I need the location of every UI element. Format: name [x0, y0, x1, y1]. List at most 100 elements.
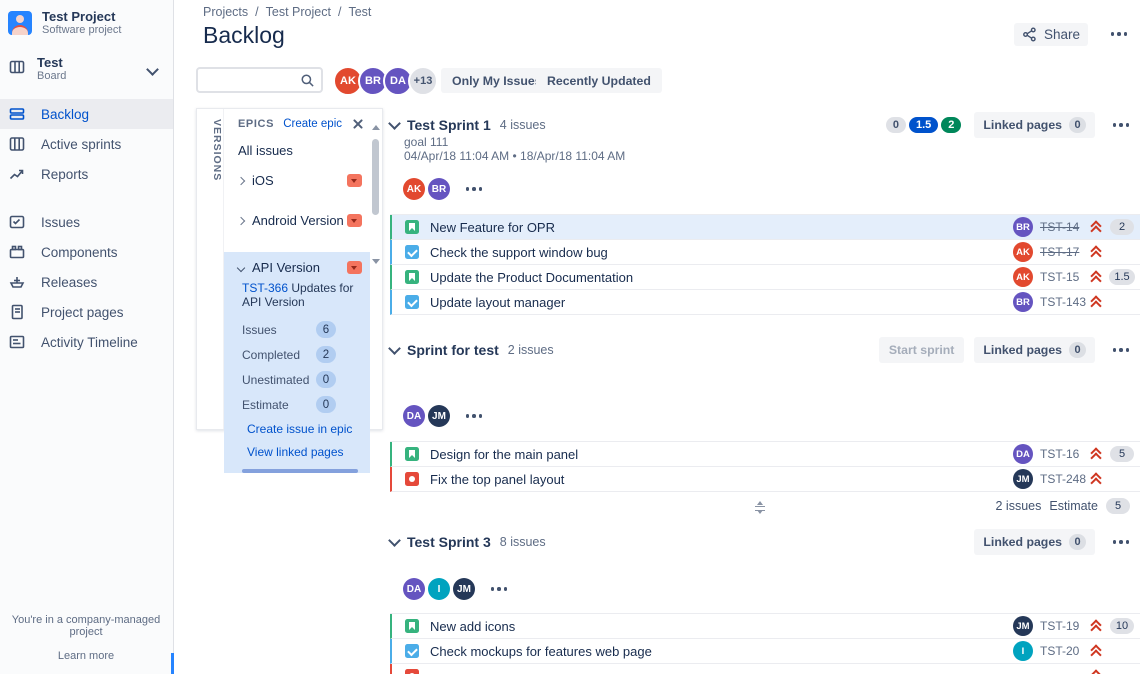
avatar[interactable]: AK: [403, 178, 425, 200]
recently-updated-button[interactable]: Recently Updated: [536, 68, 662, 93]
breadcrumb-projects[interactable]: Projects: [203, 5, 248, 19]
linked-pages-button[interactable]: Linked pages 0: [974, 112, 1095, 138]
versions-tab[interactable]: VERSIONS: [197, 109, 224, 429]
close-icon[interactable]: [352, 118, 364, 130]
avatar[interactable]: JM: [428, 405, 450, 427]
avatar[interactable]: AK: [1013, 242, 1033, 262]
issue-row[interactable]: Update layout manager BR TST-143: [390, 290, 1140, 315]
avatar[interactable]: BR: [1013, 217, 1033, 237]
issue-row[interactable]: Check the support window bug AK TST-17: [390, 240, 1140, 265]
learn-more-link[interactable]: Learn more: [0, 650, 172, 662]
avatar[interactable]: DA: [403, 578, 425, 600]
breadcrumb-project[interactable]: Test Project: [266, 5, 331, 19]
page-more-button[interactable]: [1106, 22, 1132, 46]
sprint-more-button[interactable]: [1108, 338, 1134, 362]
epic-color-dropdown[interactable]: [347, 261, 362, 274]
avatar[interactable]: I: [428, 578, 450, 600]
issue-row[interactable]: New add icons JM TST-19 10: [390, 614, 1140, 639]
scrollbar-thumb[interactable]: [372, 139, 379, 215]
bug-icon: [405, 669, 419, 674]
priority-highest-icon: [1090, 448, 1102, 461]
issue-row[interactable]: Fix the top panel layout JM TST-248: [390, 467, 1140, 492]
epic-row-api-version-expanded[interactable]: API Version TST-366 Updates for API Vers…: [224, 252, 370, 473]
main-content: Projects / Test Project / Test Backlog S…: [174, 0, 1140, 674]
epic-all-issues[interactable]: All issues: [224, 143, 370, 158]
more-icon: [466, 414, 483, 418]
avatar[interactable]: AK: [1013, 267, 1033, 287]
avatar[interactable]: JM: [453, 578, 475, 600]
sidebar-item-reports[interactable]: Reports: [0, 159, 173, 189]
breadcrumb-board[interactable]: Test: [348, 5, 371, 19]
share-button[interactable]: Share: [1014, 23, 1088, 46]
priority-highest-icon: [1090, 221, 1102, 234]
linked-pages-button[interactable]: Linked pages 0: [974, 529, 1095, 555]
drag-handle-icon[interactable]: [753, 501, 767, 514]
toolbar-avatars: AK BR DA +13: [333, 66, 438, 96]
estimate-badge[interactable]: 2: [1110, 219, 1134, 235]
avatar[interactable]: JM: [1013, 469, 1033, 489]
avatar[interactable]: BR: [428, 178, 450, 200]
chevron-down-icon[interactable]: [388, 534, 401, 547]
more-icon: [1111, 32, 1128, 36]
linked-pages-button[interactable]: Linked pages 0: [974, 337, 1095, 363]
avatar[interactable]: I: [1013, 641, 1033, 661]
epic-color-dropdown[interactable]: [347, 174, 362, 187]
linked-pages-count: 0: [1069, 342, 1086, 358]
sprint-name[interactable]: Sprint for test: [407, 342, 499, 358]
story-icon: [405, 619, 419, 633]
create-epic-link[interactable]: Create epic: [283, 118, 342, 130]
sidebar-item-releases[interactable]: Releases: [0, 267, 173, 297]
create-issue-in-epic-link[interactable]: Create issue in epic: [247, 422, 370, 436]
sidebar-item-issues[interactable]: Issues: [0, 207, 173, 237]
scroll-up-icon[interactable]: [372, 125, 380, 130]
sidebar-item-project-pages[interactable]: Project pages: [0, 297, 173, 327]
estimate-badge[interactable]: 10: [1110, 618, 1134, 634]
epic-row-android[interactable]: Android Version: [224, 213, 370, 228]
avatar-overflow[interactable]: +13: [408, 66, 438, 96]
sprint-name[interactable]: Test Sprint 1: [407, 117, 491, 133]
linked-pages-count: 0: [1069, 534, 1086, 550]
sprint-more-button[interactable]: [1108, 113, 1134, 137]
estimate-badge[interactable]: 1.5: [1109, 269, 1135, 285]
project-header[interactable]: Test Project Software project: [0, 0, 173, 43]
avatar[interactable]: JM: [1013, 616, 1033, 636]
avatar[interactable]: DA: [1013, 444, 1033, 464]
avatars-more-button[interactable]: [461, 404, 487, 428]
start-sprint-button[interactable]: Start sprint: [879, 337, 965, 363]
issue-row[interactable]: Update the Product Documentation AK TST-…: [390, 265, 1140, 290]
stat-label: Unestimated: [242, 373, 316, 387]
project-pages-icon: [8, 303, 26, 321]
issue-row-partial[interactable]: [390, 664, 1140, 674]
avatars-more-button[interactable]: [486, 577, 512, 601]
status-badge-inprogress: 1.5: [909, 117, 938, 133]
sidebar-item-components[interactable]: Components: [0, 237, 173, 267]
chevron-down-icon[interactable]: [388, 342, 401, 355]
sprint-more-button[interactable]: [1108, 530, 1134, 554]
board-type: Board: [37, 70, 66, 83]
chevron-down-icon[interactable]: [388, 117, 401, 130]
epic-color-dropdown[interactable]: [347, 214, 362, 227]
sidebar-item-backlog[interactable]: Backlog: [0, 99, 173, 129]
chevron-down-icon: [237, 263, 245, 271]
epic-issue-key[interactable]: TST-366: [242, 281, 288, 295]
more-icon: [1113, 540, 1130, 544]
issue-row[interactable]: Check mockups for features web page I TS…: [390, 639, 1140, 664]
search-input[interactable]: [198, 73, 300, 87]
epic-row-api-version[interactable]: API Version: [224, 260, 370, 275]
avatar[interactable]: DA: [403, 405, 425, 427]
sprint-name[interactable]: Test Sprint 3: [407, 534, 491, 550]
sidebar-item-active-sprints[interactable]: Active sprints: [0, 129, 173, 159]
sprint-dates: 04/Apr/18 11:04 AM • 18/Apr/18 11:04 AM: [404, 149, 625, 163]
avatars-more-button[interactable]: [461, 177, 487, 201]
epic-row-ios[interactable]: iOS: [224, 173, 370, 188]
board-switcher[interactable]: Test Board: [0, 43, 173, 93]
view-linked-pages-link[interactable]: View linked pages: [247, 445, 370, 459]
issue-row[interactable]: Design for the main panel DA TST-16 5: [390, 442, 1140, 467]
avatar[interactable]: BR: [1013, 292, 1033, 312]
epic-stats: Issues 6 Completed 2 Unestimated 0 Est: [224, 321, 370, 413]
estimate-badge[interactable]: 5: [1110, 446, 1134, 462]
sidebar-item-activity-timeline[interactable]: Activity Timeline: [0, 327, 173, 357]
issue-row[interactable]: New Feature for OPR BR TST-14 2: [390, 215, 1140, 240]
scroll-down-icon[interactable]: [372, 259, 380, 264]
project-header-text: Test Project Software project: [42, 9, 121, 37]
